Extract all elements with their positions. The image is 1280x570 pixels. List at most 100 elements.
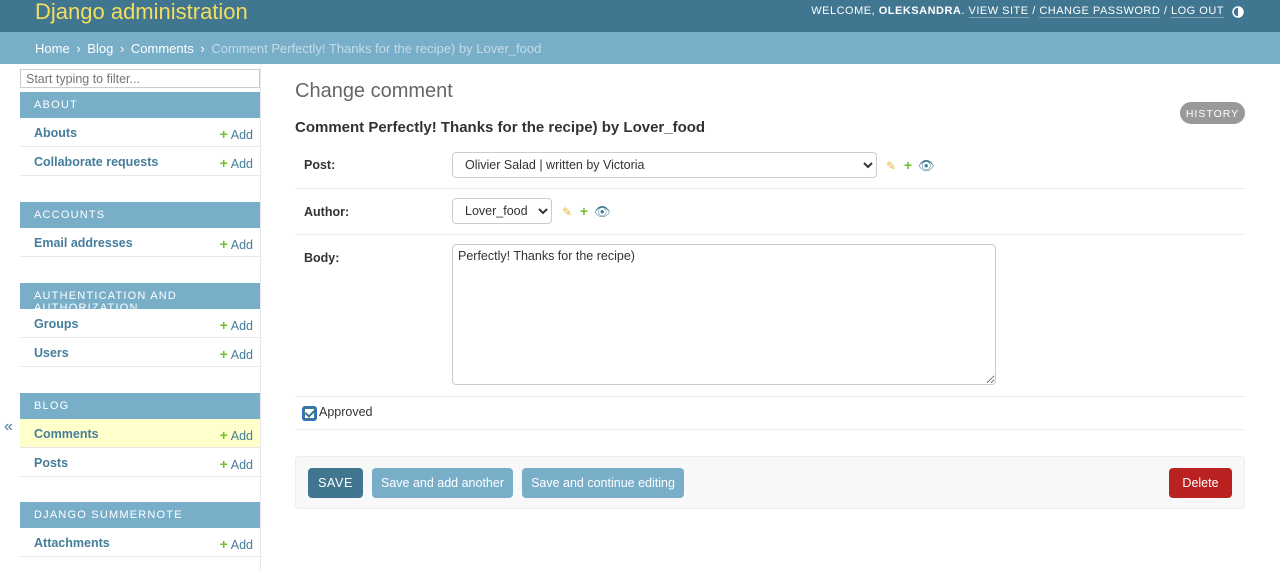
form-row-author: Author: Lover_food ✎ + 👁 <box>295 189 1245 235</box>
plus-icon: + <box>219 155 228 171</box>
change-password-link[interactable]: Change password <box>1039 5 1161 18</box>
pencil-icon[interactable]: ✎ <box>884 159 898 173</box>
add-link[interactable]: + Add <box>220 126 253 142</box>
nav-sidebar: About Abouts +Add Collaborate requests +… <box>20 64 261 570</box>
form-row-approved: Approved <box>295 397 1245 430</box>
body-label: Body: <box>304 251 340 265</box>
body-textarea[interactable]: Perfectly! Thanks for the recipe) <box>452 244 996 385</box>
plus-icon[interactable]: + <box>577 203 591 219</box>
history-button[interactable]: History <box>1180 102 1245 124</box>
module-caption[interactable]: About <box>20 92 260 118</box>
model-link[interactable]: Groups <box>34 317 78 331</box>
plus-icon: + <box>219 236 228 252</box>
author-related-actions: ✎ + 👁 <box>560 203 611 220</box>
model-link[interactable]: Posts <box>34 456 68 470</box>
object-title: Comment Perfectly! Thanks for the recipe… <box>295 119 706 136</box>
add-link[interactable]: + Add <box>220 346 253 362</box>
model-link[interactable]: Abouts <box>34 126 77 140</box>
model-link[interactable]: Collaborate requests <box>34 155 158 169</box>
separator: / <box>1032 5 1036 17</box>
pencil-icon[interactable]: ✎ <box>560 205 574 219</box>
plus-icon: + <box>219 126 228 142</box>
post-select[interactable]: Olivier Salad | written by Victoria <box>452 152 877 178</box>
submit-row: Save Save and add another Save and conti… <box>295 456 1245 509</box>
header-bar: Django administration Welcome, Oleksandr… <box>0 0 1280 32</box>
add-label: Add <box>230 348 253 362</box>
welcome-text: Welcome, <box>811 5 876 17</box>
breadcrumb-separator: › <box>200 41 205 56</box>
module-caption[interactable]: Blog <box>20 393 260 419</box>
add-label: Add <box>230 538 253 552</box>
user-tools: Welcome, Oleksandra. View site / Change … <box>811 5 1224 18</box>
breadcrumb-home[interactable]: Home <box>35 41 70 56</box>
site-branding[interactable]: Django administration <box>35 0 248 25</box>
sidebar-item-collaborate-requests[interactable]: Collaborate requests + Add <box>20 147 260 176</box>
post-related-actions: ✎ + 👁 <box>884 157 935 174</box>
add-link[interactable]: + Add <box>220 155 253 171</box>
module-caption[interactable]: Accounts <box>20 202 260 228</box>
save-and-continue-button[interactable]: Save and continue editing <box>522 468 684 498</box>
approved-checkbox[interactable] <box>303 407 316 420</box>
breadcrumb-separator: › <box>76 41 81 56</box>
sidebar-item-comments[interactable]: Comments + Add <box>20 419 260 448</box>
sidebar-item-groups[interactable]: Groups + Add <box>20 309 260 338</box>
log-out-link[interactable]: Log out <box>1170 5 1224 18</box>
plus-icon: + <box>219 317 228 333</box>
sidebar-item-email-addresses[interactable]: Email addresses + Add <box>20 228 260 257</box>
approved-label[interactable]: Approved <box>319 405 373 419</box>
author-label: Author: <box>304 205 350 219</box>
post-label: Post: <box>304 158 336 172</box>
plus-icon: + <box>219 427 228 443</box>
breadcrumb-current: Comment Perfectly! Thanks for the recipe… <box>211 41 542 56</box>
form-row-post: Post: Olivier Salad | written by Victori… <box>295 142 1245 189</box>
eye-icon[interactable]: 👁 <box>594 204 611 220</box>
breadcrumb-blog[interactable]: Blog <box>87 41 113 56</box>
add-link[interactable]: + Add <box>220 427 253 443</box>
add-label: Add <box>230 238 253 252</box>
add-label: Add <box>230 157 253 171</box>
sidebar-item-users[interactable]: Users + Add <box>20 338 260 367</box>
plus-icon: + <box>219 346 228 362</box>
breadcrumb: Home › Blog › Comments › Comment Perfect… <box>0 32 1280 64</box>
add-link[interactable]: + Add <box>220 536 253 552</box>
app-module-about: About Abouts + Add Collaborate requests +… <box>20 92 260 176</box>
add-label: Add <box>230 319 253 333</box>
save-button[interactable]: Save <box>308 468 363 498</box>
plus-icon: + <box>219 456 228 472</box>
add-link[interactable]: + Add <box>220 236 253 252</box>
plus-icon: + <box>219 536 228 552</box>
breadcrumb-separator: › <box>119 41 125 56</box>
model-link[interactable]: Email addresses <box>34 236 133 250</box>
app-module-blog: Blog Comments + Add Posts + Add <box>20 393 260 477</box>
view-site-link[interactable]: View site <box>968 5 1029 18</box>
add-label: Add <box>230 128 253 142</box>
form-row-body: Body: Perfectly! Thanks for the recipe) <box>295 235 1245 397</box>
sidebar-filter-input[interactable] <box>20 69 260 88</box>
model-link[interactable]: Comments <box>34 427 99 441</box>
add-link[interactable]: + Add <box>220 317 253 333</box>
contrast-half-circle-icon[interactable] <box>1232 6 1244 18</box>
model-link[interactable]: Attachments <box>34 536 110 550</box>
add-label: Add <box>230 458 253 472</box>
separator: / <box>1163 5 1168 17</box>
breadcrumb-comments[interactable]: Comments <box>131 41 194 56</box>
delete-button[interactable]: Delete <box>1169 468 1232 498</box>
module-caption[interactable]: Django Summernote <box>20 502 260 528</box>
app-module-summernote: Django Summernote Attachments + Add <box>20 502 260 557</box>
save-and-add-another-button[interactable]: Save and add another <box>372 468 513 498</box>
toggle-sidebar-button[interactable]: « <box>4 418 13 436</box>
app-module-accounts: Accounts Email addresses + Add <box>20 202 260 257</box>
add-link[interactable]: + Add <box>220 456 253 472</box>
page-title: Change comment <box>295 80 453 102</box>
sidebar-item-abouts[interactable]: Abouts + Add <box>20 118 260 147</box>
model-link[interactable]: Users <box>34 346 69 360</box>
eye-icon[interactable]: 👁 <box>918 158 935 174</box>
username: Oleksandra <box>878 5 962 17</box>
sidebar-item-attachments[interactable]: Attachments + Add <box>20 528 260 557</box>
app-module-auth: Authentication and Authorization Groups … <box>20 283 260 367</box>
add-label: Add <box>230 429 253 443</box>
module-caption[interactable]: Authentication and Authorization <box>20 283 260 314</box>
sidebar-item-posts[interactable]: Posts + Add <box>20 448 260 477</box>
plus-icon[interactable]: + <box>901 157 915 173</box>
author-select[interactable]: Lover_food <box>452 198 552 224</box>
